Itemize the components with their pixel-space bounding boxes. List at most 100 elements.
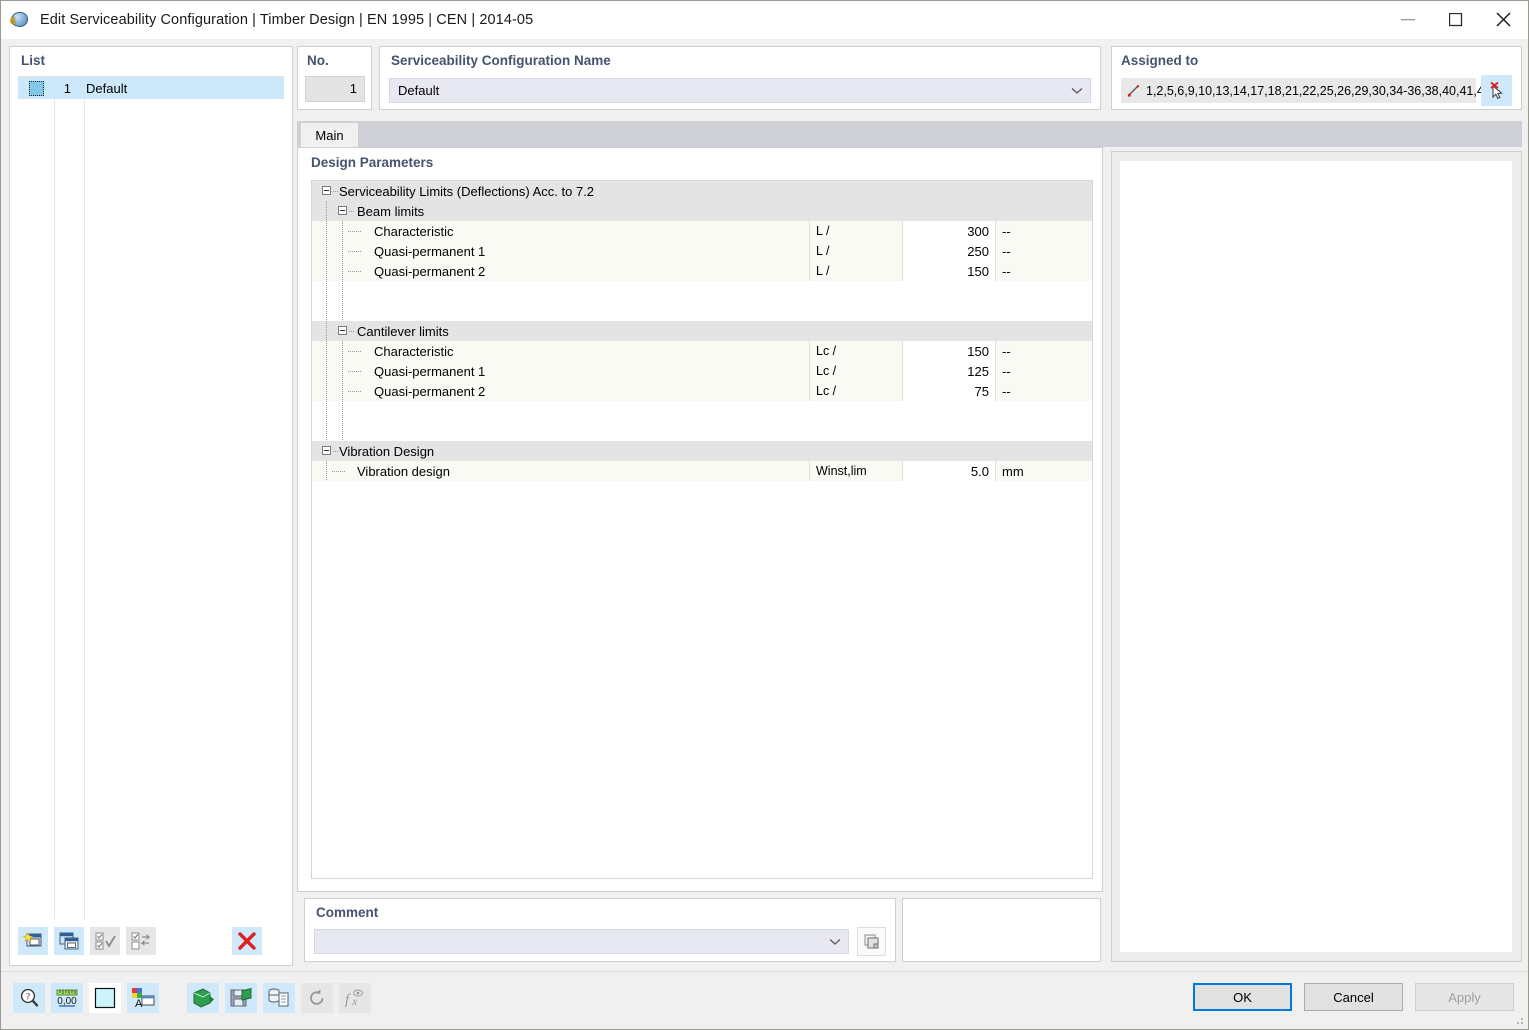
preview-canvas[interactable]	[1120, 161, 1512, 952]
ok-button[interactable]: OK	[1193, 983, 1292, 1011]
tree-row-unit: --	[995, 381, 1093, 401]
color-swatch-button[interactable]	[89, 983, 121, 1013]
tree-row-value[interactable]: 150	[902, 341, 995, 361]
duplicate-item-button[interactable]	[54, 927, 84, 955]
tree-collapse-icon[interactable]	[322, 446, 331, 455]
tree-row-value[interactable]: 150	[902, 261, 995, 281]
tree-row-label: Beam limits	[357, 204, 424, 219]
close-icon[interactable]	[1480, 1, 1528, 39]
window-controls	[1384, 1, 1528, 39]
import-button[interactable]	[187, 983, 219, 1013]
tree-row-unit	[995, 321, 1093, 341]
tree-row-unit	[995, 441, 1093, 461]
tree-guide	[326, 221, 327, 241]
tree-row[interactable]: Serviceability Limits (Deflections) Acc.…	[312, 181, 1092, 201]
tree-row-value[interactable]: 125	[902, 361, 995, 381]
tree-guide	[326, 361, 327, 381]
design-parameters-tree[interactable]: Serviceability Limits (Deflections) Acc.…	[311, 180, 1093, 879]
tree-guide	[349, 331, 355, 332]
tree-guide	[342, 261, 343, 281]
tree-row-value	[902, 401, 995, 421]
tree-row-label: Vibration Design	[339, 444, 434, 459]
number-field[interactable]: 1	[305, 76, 365, 102]
configuration-name-combobox[interactable]: Default	[389, 78, 1091, 103]
chevron-down-icon[interactable]	[822, 938, 848, 946]
help-button[interactable]: ?	[13, 983, 45, 1013]
tree-row-value[interactable]: 5.0	[902, 461, 995, 481]
chevron-down-icon[interactable]	[1064, 87, 1090, 95]
tree-row-value	[902, 201, 995, 221]
tree-guide	[342, 361, 343, 381]
tree-row-value[interactable]: 250	[902, 241, 995, 261]
tree-row[interactable]: Quasi-permanent 2L /150--	[312, 261, 1092, 281]
display-properties-button[interactable]: A	[127, 983, 159, 1013]
select-all-button[interactable]	[90, 927, 120, 955]
tree-row-symbol	[809, 321, 902, 341]
list-grid[interactable]: 1 Default	[18, 76, 284, 919]
list-item-label: Default	[77, 81, 127, 96]
assigned-to-header: Assigned to	[1112, 47, 1521, 72]
tree-guide	[326, 201, 327, 221]
tree-row-unit	[995, 421, 1093, 441]
bottom-bar: ? 0,00	[1, 971, 1528, 1029]
tree-row-label-cell: Serviceability Limits (Deflections) Acc.…	[312, 181, 809, 201]
assigned-to-field[interactable]: 1,2,5,6,9,10,13,14,17,18,21,22,25,26,29,…	[1121, 78, 1476, 103]
list-item-checkbox[interactable]	[18, 77, 54, 99]
delete-item-button[interactable]	[232, 927, 262, 955]
tree-row-value	[902, 181, 995, 201]
tree-row[interactable]: Vibration designWinst,lim5.0mm	[312, 461, 1092, 481]
tree-row-label-cell: Beam limits	[312, 201, 809, 221]
tree-row[interactable]: Vibration Design	[312, 441, 1092, 461]
tree-row-value[interactable]: 75	[902, 381, 995, 401]
tree-row[interactable]: Quasi-permanent 1L /250--	[312, 241, 1092, 261]
tree-guide	[348, 231, 361, 232]
tree-row[interactable]: CharacteristicL /300--	[312, 221, 1092, 241]
tree-row-symbol	[809, 181, 902, 201]
export-button[interactable]	[225, 983, 257, 1013]
tree-guide	[342, 281, 343, 301]
tree-row[interactable]: Quasi-permanent 2Lc /75--	[312, 381, 1092, 401]
resize-grip[interactable]	[1514, 1015, 1524, 1025]
tree-row[interactable]: Beam limits	[312, 201, 1092, 221]
tree-row-unit: --	[995, 241, 1093, 261]
name-header: Serviceability Configuration Name	[380, 47, 1100, 72]
tree-row-symbol	[809, 401, 902, 421]
tree-row-label: Quasi-permanent 2	[374, 384, 485, 399]
tree-collapse-icon[interactable]	[338, 206, 347, 215]
tree-row-unit: --	[995, 261, 1093, 281]
comment-combobox[interactable]	[314, 929, 849, 954]
copy-comment-icon[interactable]	[857, 927, 886, 956]
tree-row-unit	[995, 301, 1093, 321]
tree-row[interactable]: CharacteristicLc /150--	[312, 341, 1092, 361]
reset-button[interactable]	[301, 983, 333, 1013]
tree-row-label: Quasi-permanent 1	[374, 364, 485, 379]
invert-selection-button[interactable]	[126, 927, 156, 955]
deselect-cursor-icon[interactable]	[1481, 75, 1512, 106]
tree-collapse-icon[interactable]	[338, 326, 347, 335]
tree-row-label: Serviceability Limits (Deflections) Acc.…	[339, 184, 594, 199]
tree-row[interactable]: Cantilever limits	[312, 321, 1092, 341]
units-button[interactable]: 0,00	[51, 983, 83, 1013]
title-bar: 6 Edit Serviceability Configuration | Ti…	[1, 1, 1528, 39]
tree-spacer-row	[312, 301, 1092, 321]
database-button[interactable]	[263, 983, 295, 1013]
comment-header: Comment	[305, 899, 895, 924]
apply-button: Apply	[1415, 983, 1514, 1011]
minimize-icon[interactable]	[1384, 1, 1432, 39]
list-header: List	[10, 47, 292, 72]
bottom-toolbar: ? 0,00	[13, 983, 371, 1013]
tree-row-unit: --	[995, 221, 1093, 241]
tree-guide	[326, 241, 327, 261]
tree-row[interactable]: Quasi-permanent 1Lc /125--	[312, 361, 1092, 381]
new-item-button[interactable]	[18, 927, 48, 955]
tree-row-value[interactable]: 300	[902, 221, 995, 241]
formula-button[interactable]: f x	[339, 983, 371, 1013]
tree-collapse-icon[interactable]	[322, 186, 331, 195]
tree-guide	[326, 401, 327, 421]
tree-row-label-cell	[312, 401, 809, 421]
list-item[interactable]: 1 Default	[18, 77, 284, 99]
cancel-button[interactable]: Cancel	[1304, 983, 1403, 1011]
dialog-buttons: OK Cancel Apply	[1193, 983, 1514, 1011]
tab-main[interactable]: Main	[301, 123, 358, 147]
maximize-icon[interactable]	[1432, 1, 1480, 39]
